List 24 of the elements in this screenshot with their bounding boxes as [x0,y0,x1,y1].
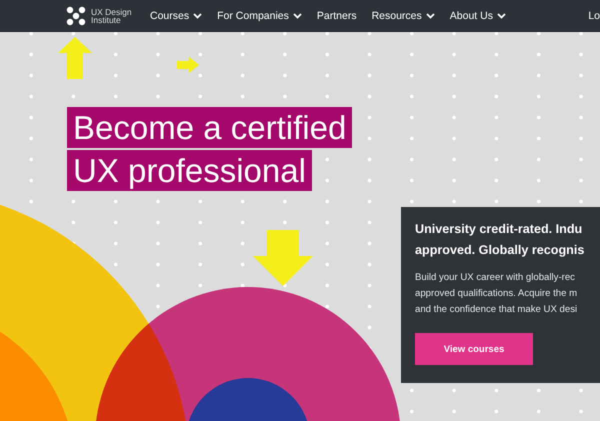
nav-link[interactable]: About Us [450,10,506,22]
nav-link[interactable]: For Companies [217,10,302,22]
caret-icon [292,12,302,18]
caret-icon [426,12,435,18]
up-arrow-icon [58,37,92,79]
card-text: approved qualifications. Acquire the m [415,287,578,301]
card-title: approved. Globally recognis [415,242,586,259]
nav-link[interactable]: Partners [316,10,357,22]
card-text: and the confidence that make UX desi [415,303,578,317]
dots-logo-icon [66,6,86,26]
headline-text: Become a certified [67,107,352,148]
headline-text: UX professional [67,150,312,191]
down-arrow-icon [253,230,313,286]
right-arrow-icon [177,57,199,73]
view-courses-button[interactable]: View courses [415,333,533,365]
login-link[interactable]: Lo [588,10,600,22]
nav-link[interactable]: Courses [150,10,202,22]
card-title: University credit-rated. Indu [415,221,584,238]
caret-icon [496,12,506,18]
logo-text: Institute [91,16,121,24]
logo-text: UX Design [91,8,132,16]
nav-link[interactable]: Resources [372,10,435,22]
caret-icon [193,12,202,18]
card-text: Build your UX career with globally-rec [415,271,576,285]
